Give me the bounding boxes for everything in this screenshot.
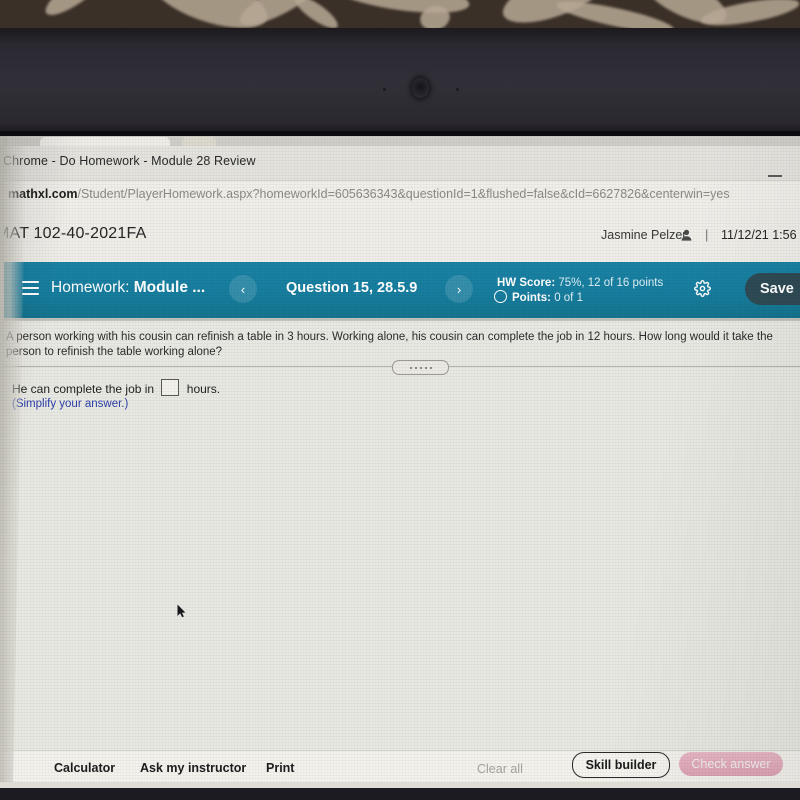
save-button[interactable]: Save bbox=[745, 273, 800, 305]
person-icon[interactable] bbox=[681, 228, 692, 241]
drag-handle-dots-icon[interactable] bbox=[392, 360, 449, 375]
url-domain: mathxl.com bbox=[8, 187, 78, 201]
window-title: Chrome - Do Homework - Module 28 Review bbox=[3, 154, 256, 168]
screenshot-root: Chrome - Do Homework - Module 28 Review … bbox=[0, 0, 800, 800]
screen-left-edge bbox=[0, 136, 4, 788]
answer-input[interactable] bbox=[161, 379, 180, 396]
microphone-icon bbox=[456, 88, 459, 91]
user-name[interactable]: Jasmine Pelzer bbox=[601, 228, 686, 242]
homework-toolbar: Homework: Module ... ‹ Question 15, 28.5… bbox=[0, 262, 800, 318]
hw-score-label: HW Score: bbox=[497, 277, 556, 289]
browser-tab[interactable] bbox=[40, 137, 170, 146]
answer-line: He can complete the job in hours. bbox=[12, 379, 220, 396]
answer-hint: (Simplify your answer.) bbox=[12, 398, 129, 410]
clear-all-button[interactable]: Clear all bbox=[477, 762, 523, 776]
minimize-button[interactable] bbox=[768, 175, 782, 177]
browser-tab[interactable] bbox=[182, 137, 216, 146]
laptop-base-shadow bbox=[0, 788, 800, 800]
hamburger-menu-icon[interactable] bbox=[22, 281, 39, 295]
points-value: 0 of 1 bbox=[554, 292, 583, 304]
timestamp: 11/12/21 1:56 P bbox=[721, 228, 800, 242]
points-status-circle-icon bbox=[494, 290, 507, 303]
browser-tab-strip[interactable] bbox=[0, 136, 800, 146]
score-panel: HW Score: 75%, 12 of 16 points Points: 0… bbox=[497, 276, 663, 306]
address-bar[interactable]: mathxl.com/Student/PlayerHomework.aspx?h… bbox=[0, 180, 800, 210]
app-header: MAT 102-40-2021FA Jasmine Pelzer | 11/12… bbox=[0, 208, 800, 262]
calculator-button[interactable]: Calculator bbox=[54, 761, 115, 775]
next-question-button[interactable]: › bbox=[445, 275, 473, 303]
hw-score-value: 75%, 12 of 16 points bbox=[558, 277, 664, 289]
gear-icon[interactable] bbox=[694, 280, 711, 297]
assignment-prefix: Homework: bbox=[51, 279, 130, 296]
toolbar-shadow bbox=[0, 318, 800, 321]
mouse-cursor-icon bbox=[177, 604, 186, 618]
hw-score-row: HW Score: 75%, 12 of 16 points bbox=[497, 277, 663, 289]
window-title-bar: Chrome - Do Homework - Module 28 Review bbox=[0, 146, 800, 180]
answer-prefix: He can complete the job in bbox=[12, 382, 155, 396]
print-button[interactable]: Print bbox=[266, 761, 294, 775]
assignment-label: Homework: Module ... bbox=[51, 279, 205, 297]
header-separator: | bbox=[705, 227, 709, 242]
points-row: Points: 0 of 1 bbox=[497, 292, 583, 304]
question-text: A person working with his cousin can ref… bbox=[6, 331, 773, 358]
assignment-name[interactable]: Module ... bbox=[134, 279, 205, 296]
laptop-screen: Chrome - Do Homework - Module 28 Review … bbox=[0, 136, 800, 788]
points-label: Points: bbox=[512, 292, 551, 304]
skill-builder-button[interactable]: Skill builder bbox=[572, 752, 670, 778]
ask-instructor-button[interactable]: Ask my instructor bbox=[140, 761, 246, 775]
check-answer-button[interactable]: Check answer bbox=[679, 752, 783, 776]
webcam-icon bbox=[412, 78, 429, 98]
question-label: Question 15, 28.5.9 bbox=[286, 280, 418, 296]
url-text: mathxl.com/Student/PlayerHomework.aspx?h… bbox=[8, 187, 730, 201]
microphone-icon bbox=[383, 88, 386, 91]
url-path: /Student/PlayerHomework.aspx?homeworkId=… bbox=[77, 187, 730, 201]
answer-suffix: hours. bbox=[186, 382, 221, 396]
laptop-bezel bbox=[0, 28, 800, 138]
course-title: MAT 102-40-2021FA bbox=[0, 225, 147, 242]
previous-question-button[interactable]: ‹ bbox=[229, 275, 257, 303]
